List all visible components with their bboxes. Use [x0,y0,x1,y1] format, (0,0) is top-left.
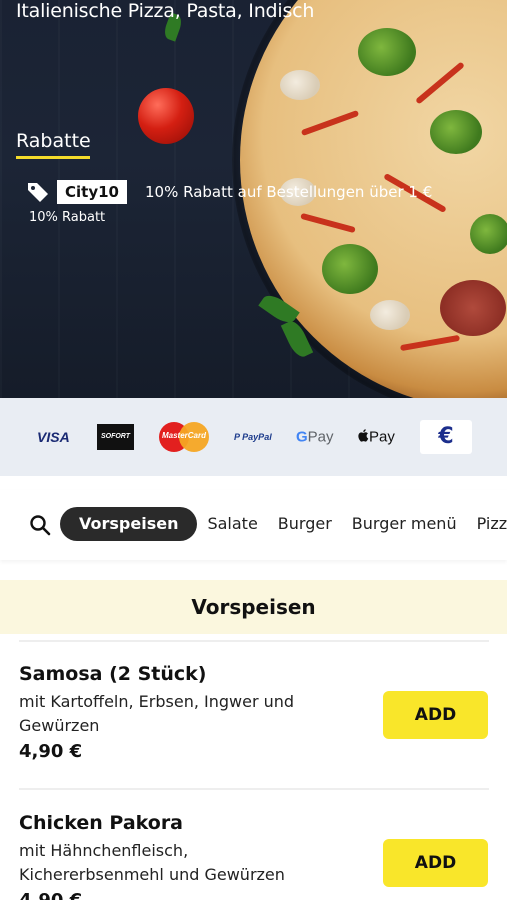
search-icon[interactable] [29,514,51,536]
visa-logo: VISA [37,429,70,445]
tomato-image [138,88,194,144]
discounts-heading: Rabatte [16,130,91,152]
broccoli-topping [358,28,416,76]
broccoli-topping [470,214,507,254]
add-button[interactable]: ADD [383,839,488,887]
cash-euro-icon: € [420,420,472,454]
cuisine-list: Italienische Pizza, Pasta, Indisch [16,0,315,22]
paypal-p-icon: P [234,432,243,442]
broccoli-topping [430,110,482,154]
divider [19,640,489,642]
broccoli-topping [322,244,378,294]
tab-pizza[interactable]: Pizza [467,507,507,541]
tag-icon [28,183,48,202]
divider [19,788,489,790]
sofort-logo: SOFORT [97,424,134,450]
coupon-subtitle: 10% Rabatt [29,210,106,225]
tab-salate[interactable]: Salate [197,507,267,541]
discounts-underline [16,156,90,159]
salami-topping [440,280,506,336]
add-button[interactable]: ADD [383,691,488,739]
mushroom-topping [370,300,410,330]
dish-price: 4,90 € [19,889,489,900]
apple-icon [358,429,369,442]
category-nav: Vorspeisen Salate Burger Burger menü Piz… [0,490,507,560]
mastercard-logo: MasterCard [159,422,209,452]
google-g-icon: G [296,428,308,446]
apple-pay-logo: Pay [357,429,395,446]
apple-pay-label: Pay [369,428,395,446]
dish-description: mit Kartoffeln, Erbsen, Ingwer und Gewür… [19,692,295,735]
tab-burger-menu[interactable]: Burger menü [342,507,467,541]
mastercard-label: MasterCard [161,431,206,440]
dish-name: Chicken Pakora [19,812,184,834]
dish-description: mit Hähnchenfleisch, Kichererbsenmehl un… [19,841,285,884]
mushroom-topping [280,70,320,100]
dish-name: Samosa (2 Stück) [19,663,207,685]
section-title: Vorspeisen [0,580,507,634]
hero-banner: Italienische Pizza, Pasta, Indisch Rabat… [0,0,507,398]
google-pay-label: Pay [307,428,334,446]
google-pay-logo: GPay [296,429,334,446]
paypal-logo: P PayPal [234,432,272,442]
coupon-code[interactable]: City10 [57,180,127,204]
payment-methods-bar: VISA SOFORT MasterCard P PayPal GPay Pay… [0,398,507,476]
paypal-label: PayPal [242,432,272,442]
tab-vorspeisen[interactable]: Vorspeisen [60,507,198,541]
dish-price: 4,90 € [19,741,83,762]
tab-burger[interactable]: Burger [268,507,342,541]
coupon-description: 10% Rabatt auf Bestellungen über 1 € [145,183,433,201]
category-tabs: Vorspeisen Salate Burger Burger menü Piz… [60,507,507,541]
